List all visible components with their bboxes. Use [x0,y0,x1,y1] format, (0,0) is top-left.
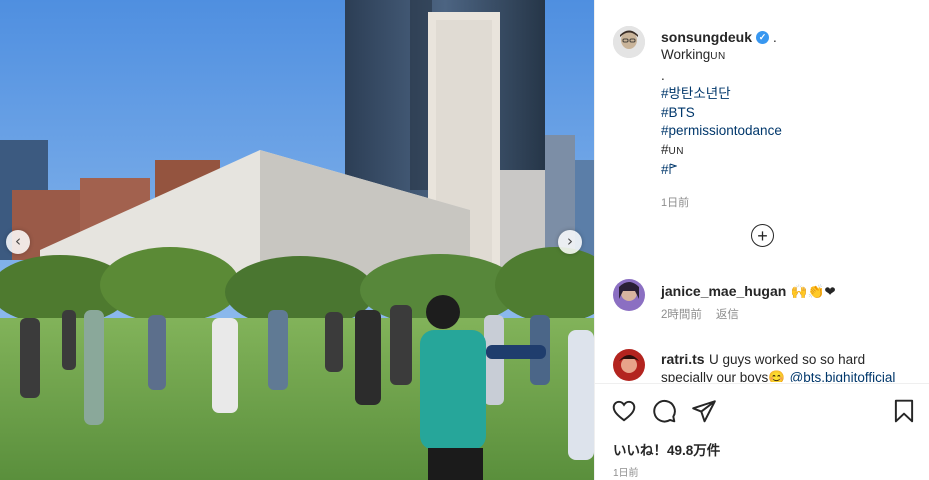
post-actions: いいね！49.8万件 1日前 [595,383,929,480]
next-photo-button[interactable]: › [558,230,582,254]
caption-line: WorkingUN [661,46,921,67]
comment-item: janice_mae_hugan 🙌👏❤ 2時間前 返信 [613,279,923,335]
comment-body: janice_mae_hugan 🙌👏❤ [661,282,911,301]
comment-icon[interactable] [651,398,677,424]
comment-meta: 2時間前 返信 [661,306,739,322]
chevron-left-icon: ‹ [15,231,21,250]
reply-button[interactable]: 返信 [716,306,739,322]
hashtag-bangtan[interactable]: #방탄소년단 [661,85,921,104]
hashtag-permissiontodance[interactable]: #permissiontodance [661,122,921,141]
post-side-panel: sonsungdeuk ✓ . WorkingUN . #방탄소년단 #BTS … [594,0,929,480]
comment-mention[interactable]: @bts.bighitofficial [790,370,896,382]
plus-circle-icon: + [757,225,768,246]
commenter-avatar[interactable] [613,279,645,311]
hashtag-un-suffix: UN [668,145,684,157]
author-username[interactable]: sonsungdeuk [661,29,752,45]
comment-username[interactable]: janice_mae_hugan [661,283,786,299]
chevron-right-icon: › [567,231,573,250]
comment-body: ratri.ts U guys worked so so hard specia… [661,350,911,382]
photo-scene [0,0,594,480]
commenter-avatar[interactable] [613,349,645,381]
load-more-comments-button[interactable]: + [751,224,774,247]
likes-count[interactable]: いいね！49.8万件 [613,439,720,459]
caption-dot: . [661,67,665,83]
caption-time: 1日前 [661,196,690,209]
caption-text: sonsungdeuk ✓ . WorkingUN . #방탄소년단 #BTS … [661,28,921,210]
comment-time: 2時間前 [661,309,702,321]
commenter-avatar-image [613,279,645,311]
caption-working: Working [661,47,711,62]
comment-text: 🙌👏❤ [790,284,836,299]
bookmark-icon[interactable] [891,398,917,424]
hashtag-flag[interactable]: # [661,162,669,177]
hashtag-un-prefix: # [661,141,669,157]
verified-badge-icon: ✓ [756,30,770,44]
heart-icon[interactable] [611,398,637,424]
previous-photo-button[interactable]: ‹ [6,230,30,254]
hashtag-un-line: #UN [661,141,921,162]
caption-header: sonsungdeuk ✓ . [661,28,921,46]
flag-icon [669,163,678,174]
hashtag-bts[interactable]: #BTS [661,104,921,123]
commenter-avatar-image [613,349,645,381]
post-photo: ‹ › [0,0,594,480]
post-date: 1日前 [613,468,639,479]
author-avatar-image [613,26,645,58]
author-avatar[interactable] [613,26,645,58]
comment-username[interactable]: ratri.ts [661,351,705,367]
share-icon[interactable] [691,398,717,424]
header-suffix: . [773,29,777,45]
hashtag-flag-line[interactable]: # [661,161,921,180]
comment-item: ratri.ts U guys worked so so hard specia… [613,346,923,382]
caption-un: UN [710,51,726,62]
